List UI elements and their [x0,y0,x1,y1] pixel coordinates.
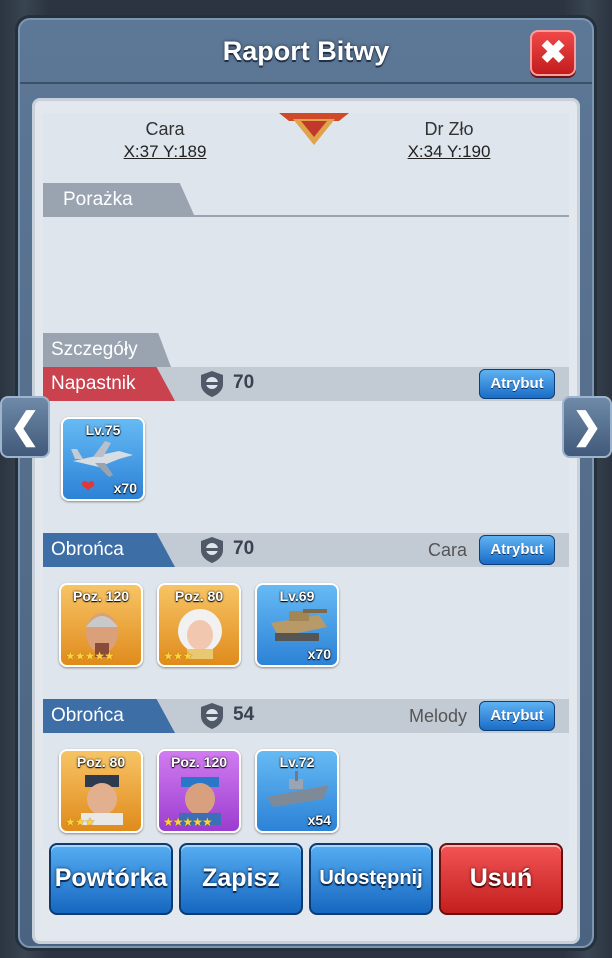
title-bar: Raport Bitwy ✖ [20,20,592,84]
defender-label: Obrońca [43,533,175,567]
window-title: Raport Bitwy [222,36,390,66]
shield-icon [201,537,223,563]
delete-button[interactable]: Usuń [439,843,563,915]
hero-card[interactable]: Poz. 80 ★★★ [59,749,143,833]
previous-report-button[interactable]: ❮ [0,396,50,458]
attacker-row: Napastnik 70 Atrybut [43,367,569,401]
hero-level: Poz. 80 [76,754,126,770]
hero-card[interactable]: Poz. 80 ★★★ [157,583,241,667]
save-button[interactable]: Zapisz [179,843,303,915]
shield-icon [201,371,223,397]
share-button[interactable]: Udostępnij [309,843,433,915]
hero-stars: ★★★★★ [65,649,115,663]
attacker-label: Napastnik [43,367,175,401]
hero-card[interactable]: Poz. 120 ★★★★★ [59,583,143,667]
unit-level: Lv.72 [279,754,315,770]
shield-icon [201,703,223,729]
unit-count: x54 [307,812,331,828]
defender-power: 70 [233,538,255,559]
versus-ribbon-icon [279,113,349,145]
unit-card[interactable]: Lv.72 x54 [255,749,339,833]
defender-attribute-button[interactable]: Atrybut [479,701,555,731]
close-button[interactable]: ✖ [530,30,576,76]
unit-level: Lv.69 [279,588,315,604]
defender-power: 54 [233,704,255,725]
hero-stars: ★★★★★ [163,815,213,829]
battle-report-window: Raport Bitwy ✖ Cara X:37 Y:189 Dr Zło X:… [18,18,594,948]
tank-icon [271,609,327,641]
heart-icon: ❤ [81,477,96,496]
chevron-right-icon: ❯ [571,405,603,446]
close-icon: ✖ [539,34,567,70]
unit-level: Lv.75 [85,422,121,438]
player-left-name: Cara [145,119,185,139]
defender-row: Obrońca 54 Melody Atrybut [43,699,569,733]
result-label: Porażka [43,183,195,217]
chevron-left-icon: ❮ [9,405,41,446]
hero-stars: ★★★ [65,815,95,829]
hero-level: Poz. 120 [170,754,228,770]
player-right-name: Dr Zło [424,119,474,139]
unit-card[interactable]: Lv.69 x70 [255,583,339,667]
player-left: Cara X:37 Y:189 [95,119,235,162]
defender-owner: Melody [408,706,467,726]
report-scroll-area[interactable]: Cara X:37 Y:189 Dr Zło X:34 Y:190 Porażk… [43,113,569,849]
hero-stars: ★★★ [163,649,193,663]
hero-card[interactable]: Poz. 120 ★★★★★ [157,749,241,833]
unit-count: x70 [307,646,331,662]
details-label: Szczegóły [43,333,171,367]
hero-level: Poz. 80 [174,588,224,604]
jet-icon [71,441,133,477]
player-left-coords-link[interactable]: X:37 Y:189 [95,142,235,162]
replay-button[interactable]: Powtórka [49,843,173,915]
warship-icon [267,771,329,807]
attacker-attribute-button[interactable]: Atrybut [479,369,555,399]
defender-label: Obrońca [43,699,175,733]
unit-card[interactable]: Lv.75 ❤ x70 [61,417,145,501]
hero-level: Poz. 120 [72,588,130,604]
defender-attribute-button[interactable]: Atrybut [479,535,555,565]
player-right-coords-link[interactable]: X:34 Y:190 [379,142,519,162]
next-report-button[interactable]: ❯ [562,396,612,458]
player-right: Dr Zło X:34 Y:190 [379,119,519,162]
unit-count: x70 [113,480,137,496]
defender-row: Obrońca 70 Cara Atrybut [43,533,569,567]
attacker-power: 70 [233,372,255,393]
defender-owner: Cara [427,540,467,560]
report-panel: Cara X:37 Y:189 Dr Zło X:34 Y:190 Porażk… [32,98,580,944]
divider [43,215,569,217]
